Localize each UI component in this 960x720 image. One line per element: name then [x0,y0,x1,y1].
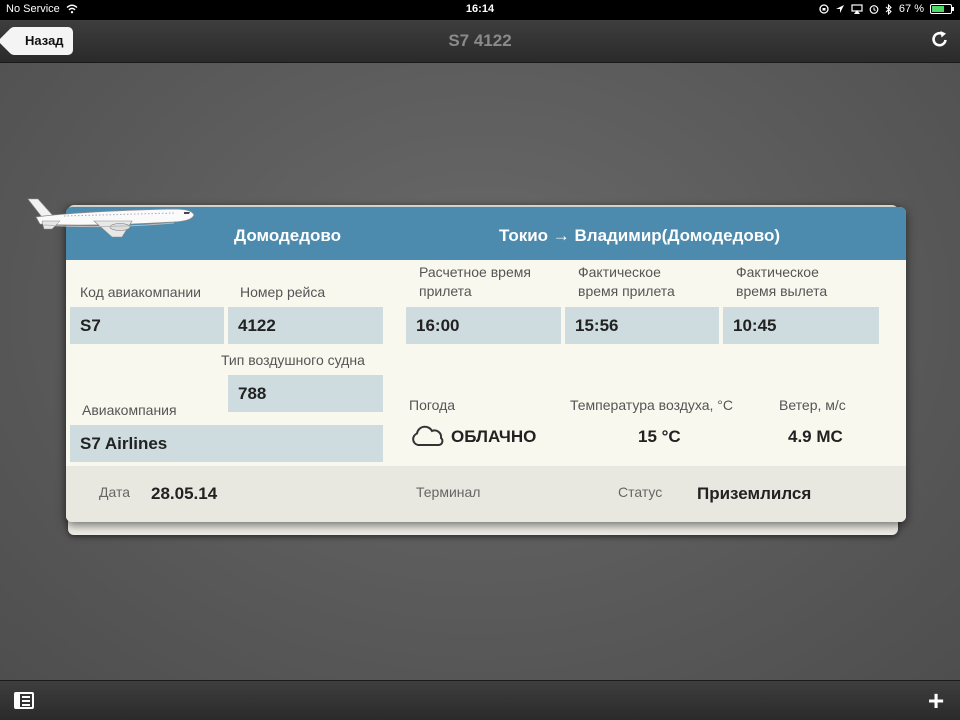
page-title: S7 4122 [448,31,512,50]
act-arrival-label: Фактическое время прилета [578,264,675,299]
status-label: Статус [618,484,663,500]
location-icon [835,5,844,13]
flight-route: Токио → Владимир(Домодедово) [499,226,781,245]
wind-label: Ветер, м/с [779,397,846,413]
cloud-icon [412,425,444,446]
date-label: Дата [99,484,131,500]
aircraft-type-value: 788 [228,375,383,412]
airplane-icon [27,198,195,238]
add-button[interactable]: + [924,686,948,716]
act-departure-value: 10:45 [723,307,879,344]
weather-label: Погода [409,397,456,413]
status-value: Приземлился [697,484,812,503]
date-value: 28.05.14 [151,484,218,503]
flight-number-label: Номер рейса [240,284,326,300]
flight-ticket-card[interactable]: Домодедово Токио → Владимир(Домодедово) … [66,207,906,522]
airline-value: S7 Airlines [70,425,383,462]
refresh-icon [932,31,947,47]
temperature-value: 15 °C [638,427,681,446]
status-bar: No Service 16:14 67 % [0,0,960,20]
alarm-icon [869,5,879,14]
act-arrival-value: 15:56 [565,307,719,344]
flight-number-value: 4122 [228,307,383,344]
list-button[interactable] [14,692,34,709]
refresh-button[interactable] [928,29,952,53]
plus-icon: + [927,685,945,716]
ticket-footer: Дата 28.05.14 Терминал Статус Приземлилс… [66,466,906,522]
rotation-lock-icon [819,4,829,14]
est-arrival-label: Расчетное время прилета [419,264,531,299]
terminal-label: Терминал [416,484,481,500]
temperature-label: Температура воздуха, °С [570,397,733,413]
airline-code-value: S7 [70,307,224,344]
act-departure-label: Фактическое время вылета [736,264,828,299]
airline-label: Авиакомпания [82,402,177,418]
bottom-toolbar: + [0,680,960,720]
navigation-bar: Назад S7 4122 [0,20,960,63]
origin-airport: Домодедово [234,226,342,245]
battery-icon [930,4,954,14]
airplay-icon [851,4,863,14]
battery-percent: 67 % [898,3,924,15]
weather-value: ОБЛАЧНО [451,427,537,446]
bluetooth-icon [885,3,892,15]
est-arrival-value: 16:00 [406,307,561,344]
aircraft-type-label: Тип воздушного судна [221,352,365,368]
wind-value: 4.9 MC [788,427,843,446]
clock: 16:14 [465,3,495,15]
airline-code-label: Код авиакомпании [80,284,201,300]
